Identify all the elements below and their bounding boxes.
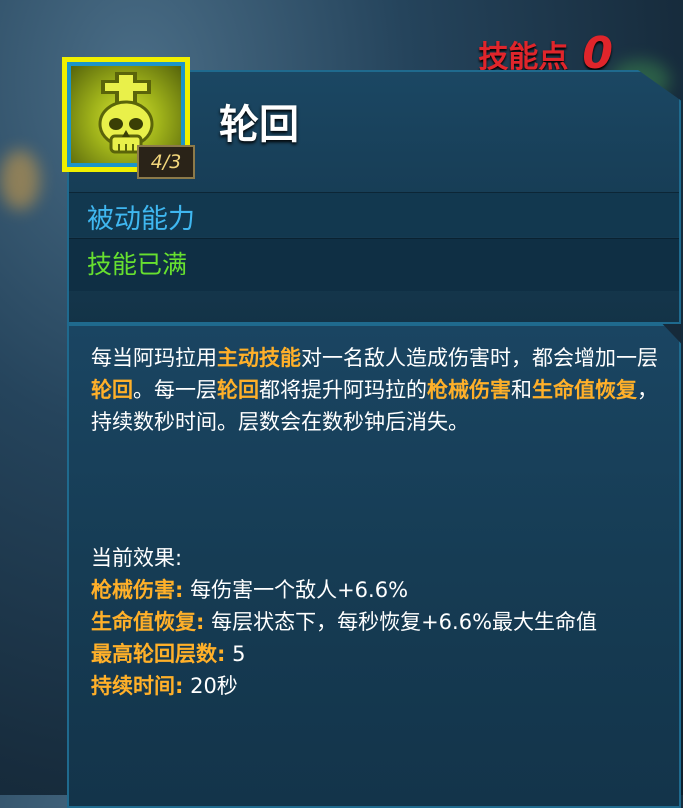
desc-text: 。每一层 xyxy=(133,378,217,402)
skill-description-panel: 每当阿玛拉用主动技能对一名敌人造成伤害时，都会增加一层轮回。每一层轮回都将提升阿… xyxy=(67,324,681,808)
current-effects: 当前效果: 枪械伤害: 每伤害一个敌人+6.6% 生命值恢复: 每层状态下，每秒… xyxy=(91,542,661,702)
skill-rank-badge: 4/3 xyxy=(137,145,195,179)
skill-description: 每当阿玛拉用主动技能对一名敌人造成伤害时，都会增加一层轮回。每一层轮回都将提升阿… xyxy=(91,342,661,438)
effect-value: 5 xyxy=(225,642,246,666)
effect-label: 生命值恢复: xyxy=(91,610,205,634)
desc-keyword: 主动技能 xyxy=(217,346,301,370)
effect-row: 生命值恢复: 每层状态下，每秒恢复+6.6%最大生命值 xyxy=(91,606,661,638)
desc-text: 每当阿玛拉用 xyxy=(91,346,217,370)
effect-row: 持续时间: 20秒 xyxy=(91,670,661,702)
effect-value: 20秒 xyxy=(183,674,238,698)
desc-text: 和 xyxy=(511,378,532,402)
skill-points-label: 技能点 xyxy=(478,39,569,75)
skill-status-row: 技能已满 xyxy=(69,238,679,291)
skill-title: 轮回 xyxy=(219,102,299,148)
desc-keyword: 枪械伤害 xyxy=(427,378,511,402)
effect-label: 持续时间: xyxy=(91,674,184,698)
effect-value: 每伤害一个敌人+6.6% xyxy=(183,578,409,602)
effect-label: 枪械伤害: xyxy=(91,578,184,602)
skill-type: 被动能力 xyxy=(87,204,195,235)
effect-label: 最高轮回层数: xyxy=(91,642,226,666)
effect-row: 枪械伤害: 每伤害一个敌人+6.6% xyxy=(91,574,661,606)
desc-text: 都将提升阿玛拉的 xyxy=(259,378,427,402)
skill-status: 技能已满 xyxy=(87,250,188,279)
desc-keyword: 轮回 xyxy=(217,378,259,402)
desc-keyword: 生命值恢复 xyxy=(532,378,637,402)
desc-keyword: 轮回 xyxy=(91,378,133,402)
skill-type-row: 被动能力 xyxy=(69,192,679,237)
effects-heading: 当前效果: xyxy=(91,546,183,570)
desc-text: 对一名敌人造成伤害时，都会增加一层 xyxy=(301,346,658,370)
effect-value: 每层状态下，每秒恢复+6.6%最大生命值 xyxy=(204,610,598,634)
effect-row: 最高轮回层数: 5 xyxy=(91,638,661,670)
background-light xyxy=(0,150,40,210)
